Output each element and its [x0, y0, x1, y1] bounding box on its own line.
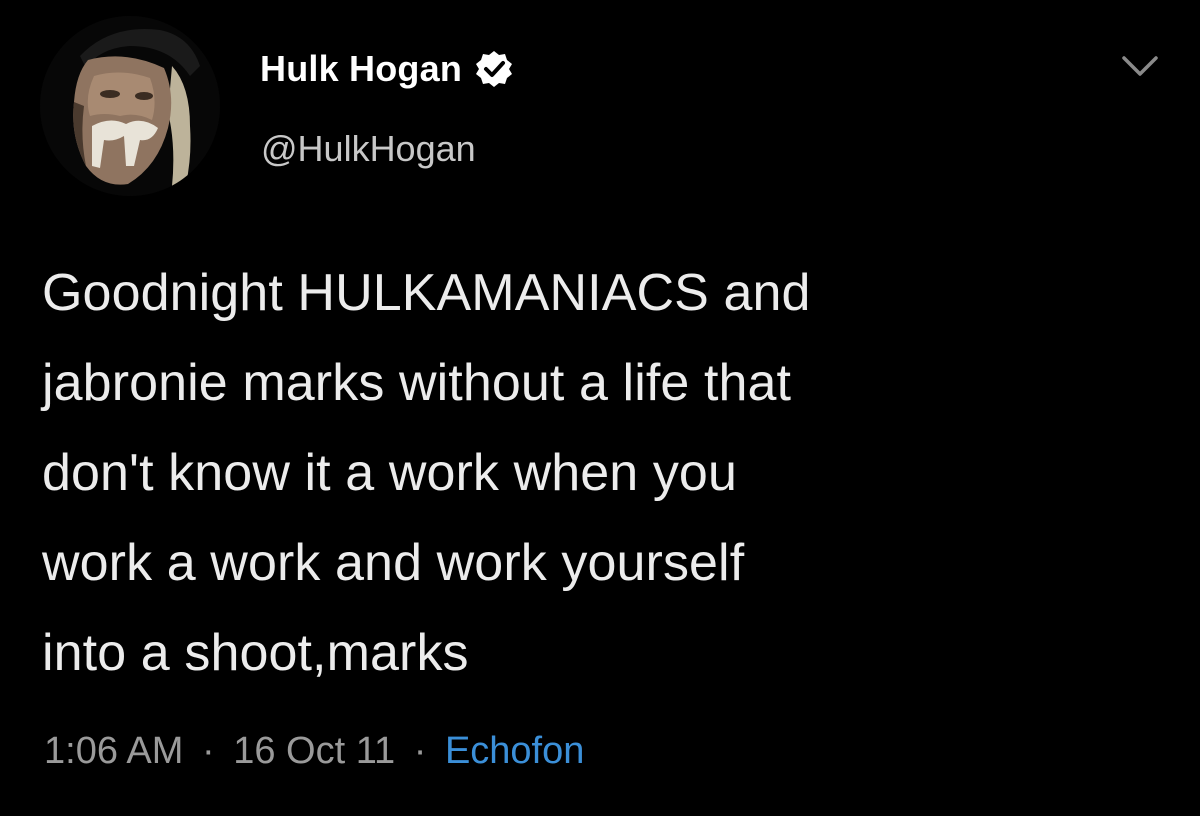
avatar[interactable]: [40, 16, 220, 196]
tweet-time[interactable]: 1:06 AM: [44, 730, 183, 772]
user-handle[interactable]: @HulkHogan: [261, 128, 476, 170]
verified-badge-icon: [476, 51, 513, 87]
meta-separator: ·: [413, 730, 427, 772]
chevron-down-icon[interactable]: [1118, 52, 1162, 80]
display-name[interactable]: Hulk Hogan: [260, 48, 462, 90]
tweet-meta: 1:06 AM · 16 Oct 11 · Echofon: [44, 730, 584, 773]
tweet-source-link[interactable]: Echofon: [445, 730, 584, 772]
author-row: Hulk Hogan: [260, 44, 514, 94]
avatar-image: [40, 16, 220, 196]
tweet-text: Goodnight HULKAMANIACS and jabronie mark…: [42, 264, 811, 682]
tweet-date[interactable]: 16 Oct 11: [233, 730, 395, 772]
tweet-card: Hulk Hogan @HulkHogan Goodnight HULKAMAN…: [0, 0, 1200, 816]
meta-separator: ·: [201, 730, 215, 772]
